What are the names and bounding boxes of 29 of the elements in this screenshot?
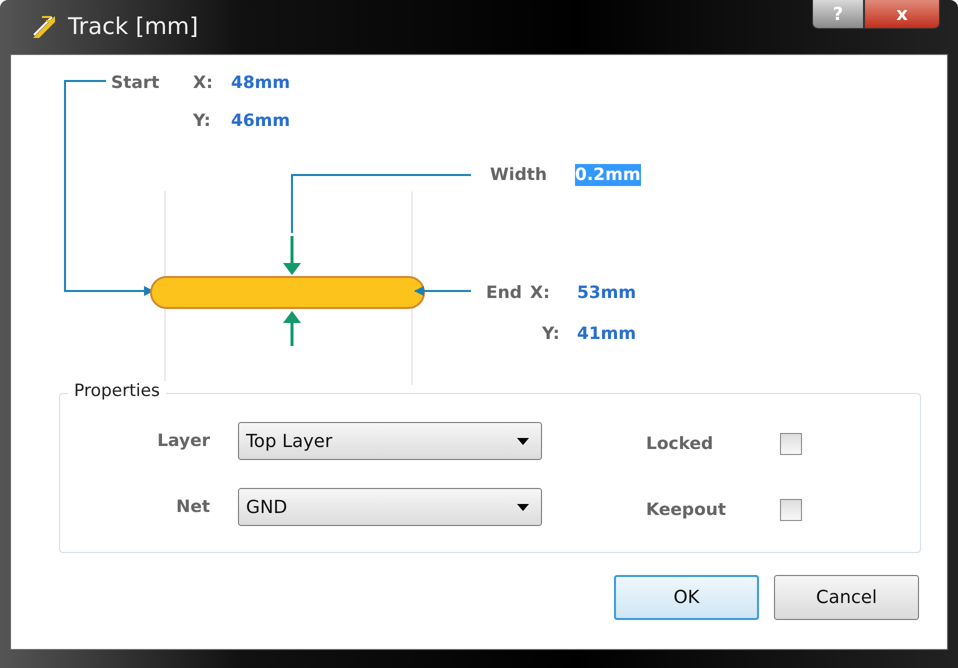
width-label: Width	[490, 164, 547, 186]
checkbox-label: Locked	[646, 434, 714, 454]
down-arrow	[283, 236, 301, 275]
y-value: 46mm	[231, 110, 290, 132]
x-label: X:	[530, 282, 550, 304]
checkbox-label: Keepout	[646, 500, 728, 520]
end-label: End	[486, 282, 522, 304]
start-label: Start	[111, 72, 160, 94]
window-title: Track [mm]	[68, 14, 198, 40]
dropdown[interactable]: GND	[238, 488, 542, 526]
dialog-button[interactable]: Cancel	[774, 575, 919, 620]
field-label: Layer	[156, 431, 210, 451]
caret-icon	[517, 438, 529, 444]
y-label: Y:	[542, 323, 560, 345]
leader-line	[414, 286, 471, 296]
checkbox[interactable]	[780, 433, 802, 455]
y-label: Y:	[193, 110, 211, 132]
close-button[interactable]: x	[864, 0, 940, 29]
x-value: 53mm	[577, 282, 636, 304]
y-value: 41mm	[577, 323, 636, 345]
x-value: 48mm	[231, 72, 290, 94]
up-arrow	[283, 311, 301, 346]
field-label: Net	[175, 497, 210, 517]
checkbox[interactable]	[780, 499, 802, 521]
dropdown[interactable]: Top Layer	[238, 422, 542, 460]
dialog-button[interactable]: OK	[614, 575, 759, 620]
group-title: Properties	[68, 381, 166, 401]
x-label: X:	[193, 72, 213, 94]
caret-icon	[517, 504, 529, 510]
